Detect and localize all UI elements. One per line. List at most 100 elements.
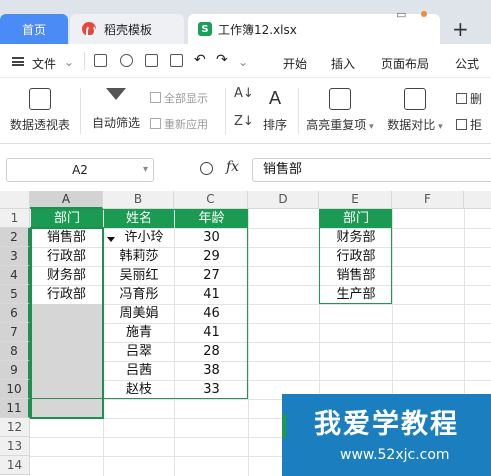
chevron-down-icon[interactable]: ⌄ [64, 55, 74, 69]
cell-c10[interactable]: 33 [175, 380, 248, 399]
monitor-icon[interactable]: ▭ [396, 8, 406, 21]
pivot-table-label: 数据透视表 [9, 118, 70, 132]
sort-ascending-icon[interactable]: A↓ [234, 86, 254, 101]
cell-c3[interactable]: 29 [175, 247, 248, 266]
ribbon: 数据透视表 自动筛选 全部显示 重新应用 A↓ Z↓ A 排序 高亮重复项 ▾ … [0, 78, 491, 144]
column-header-f[interactable]: F [392, 191, 464, 209]
ribbon-divider [225, 88, 226, 134]
pivot-table-icon [29, 88, 51, 110]
header-cell-age[interactable]: 年龄 [175, 209, 248, 228]
reject-duplicates-icon [456, 119, 467, 130]
cell-e5[interactable]: 生产部 [320, 285, 392, 304]
filter-icon [106, 88, 126, 100]
print-preview-icon[interactable] [170, 54, 183, 67]
menu-tab-home[interactable]: 开始 [283, 55, 307, 72]
print-icon[interactable] [145, 54, 158, 67]
tab-templates[interactable]: 稻壳模板 [70, 14, 184, 44]
row-header-9[interactable]: 9 [0, 361, 30, 380]
autofilter-button[interactable]: 自动筛选 [88, 88, 144, 131]
column-header-c[interactable]: C [174, 191, 248, 209]
cell-b8[interactable]: 吕翠 [104, 342, 174, 361]
sort-descending-icon[interactable]: Z↓ [234, 114, 254, 129]
hamburger-icon[interactable] [12, 57, 24, 66]
row-header-5[interactable]: 5 [0, 285, 30, 304]
menu-tab-page-layout[interactable]: 页面布局 [381, 55, 429, 72]
cell-b7[interactable]: 施青 [104, 323, 174, 342]
zoom-search-icon[interactable] [200, 162, 213, 175]
undo-icon[interactable]: ↶ [194, 52, 206, 68]
cell-c2[interactable]: 30 [175, 228, 248, 247]
tab-templates-label: 稻壳模板 [104, 22, 153, 37]
cell-e2[interactable]: 财务部 [320, 228, 392, 247]
row-header-6[interactable]: 6 [0, 304, 30, 323]
quick-access-chevron-icon[interactable]: ⌄ [238, 55, 248, 69]
row-header-12[interactable]: 12 [0, 418, 30, 437]
watermark-title: 我爱学教程 [314, 409, 459, 440]
data-compare-label: 数据对比 ▾ [387, 118, 443, 132]
save-icon[interactable] [94, 54, 107, 67]
cell-b4[interactable]: 吴丽红 [104, 266, 174, 285]
highlight-duplicates-button[interactable]: 高亮重复项 ▾ [304, 88, 376, 133]
reapply-button[interactable]: 重新应用 [150, 116, 208, 132]
highlight-duplicates-icon [329, 88, 351, 110]
docer-logo-icon [82, 22, 96, 37]
fx-icon[interactable]: fx [226, 159, 239, 175]
row-header-7[interactable]: 7 [0, 323, 30, 342]
row-header-1[interactable]: 1 [0, 209, 30, 228]
cell-b5[interactable]: 冯育彤 [104, 285, 174, 304]
cell-b6[interactable]: 周美娟 [104, 304, 174, 323]
autofilter-label: 自动筛选 [91, 116, 140, 130]
cell-b9[interactable]: 吕茜 [104, 361, 174, 380]
reapply-icon [150, 118, 161, 129]
row-header-13[interactable]: 13 [0, 437, 30, 456]
row-header-14[interactable]: 14 [0, 456, 30, 475]
reject-duplicates-button[interactable]: 拒 [456, 116, 482, 133]
dropdown-arrow-icon[interactable] [107, 237, 115, 242]
header-cell-dept[interactable]: 部门 [31, 209, 103, 228]
select-all-corner[interactable] [0, 191, 30, 209]
row-header-4[interactable]: 4 [0, 266, 30, 285]
formula-bar: A2 fx 销售部 [0, 144, 491, 190]
name-box[interactable]: A2 [6, 158, 154, 182]
menu-tab-insert[interactable]: 插入 [331, 55, 355, 72]
column-header-a[interactable]: A [30, 191, 103, 209]
cell-c4[interactable]: 27 [175, 266, 248, 285]
column-header-b[interactable]: B [103, 191, 174, 209]
cell-e4[interactable]: 销售部 [320, 266, 392, 285]
row-header-10[interactable]: 10 [0, 380, 30, 399]
column-header-e[interactable]: E [319, 191, 392, 209]
lookup-header-cell[interactable]: 部门 [320, 209, 392, 228]
sort-button[interactable]: A 排序 [258, 88, 292, 133]
header-cell-name[interactable]: 姓名 [104, 209, 174, 228]
data-compare-button[interactable]: 数据对比 ▾ [384, 88, 446, 133]
cell-c5[interactable]: 41 [175, 285, 248, 304]
delete-duplicates-button[interactable]: 删 [456, 90, 482, 107]
redo-icon[interactable]: ↷ [216, 52, 228, 68]
spreadsheet-file-icon: S [198, 22, 212, 36]
cell-c8[interactable]: 28 [175, 342, 248, 361]
watermark-accent [282, 414, 294, 438]
new-tab-button[interactable]: + [452, 14, 469, 44]
column-header-g[interactable] [464, 191, 491, 209]
show-all-button[interactable]: 全部显示 [150, 90, 208, 106]
cell-b10[interactable]: 赵枝 [104, 380, 174, 399]
cell-c6[interactable]: 46 [175, 304, 248, 323]
format-painter-icon[interactable] [120, 54, 133, 67]
file-menu[interactable]: 文件 [32, 55, 56, 72]
pivot-table-button[interactable]: 数据透视表 [6, 88, 74, 133]
delete-duplicates-icon [456, 93, 467, 104]
cell-e3[interactable]: 行政部 [320, 247, 392, 266]
selection-box [30, 227, 104, 419]
cell-c9[interactable]: 38 [175, 361, 248, 380]
row-header-3[interactable]: 3 [0, 247, 30, 266]
menu-tab-formulas[interactable]: 公式 [455, 55, 479, 72]
cell-c7[interactable]: 41 [175, 323, 248, 342]
formula-input[interactable]: 销售部 [252, 158, 491, 182]
row-header-2[interactable]: 2 [0, 228, 30, 247]
row-header-11[interactable]: 11 [0, 399, 30, 418]
column-header-d[interactable]: D [248, 191, 319, 209]
cell-b3[interactable]: 韩莉莎 [104, 247, 174, 266]
reject-duplicates-label: 拒 [470, 118, 483, 132]
tab-home[interactable]: 首页 [0, 14, 68, 44]
row-header-8[interactable]: 8 [0, 342, 30, 361]
